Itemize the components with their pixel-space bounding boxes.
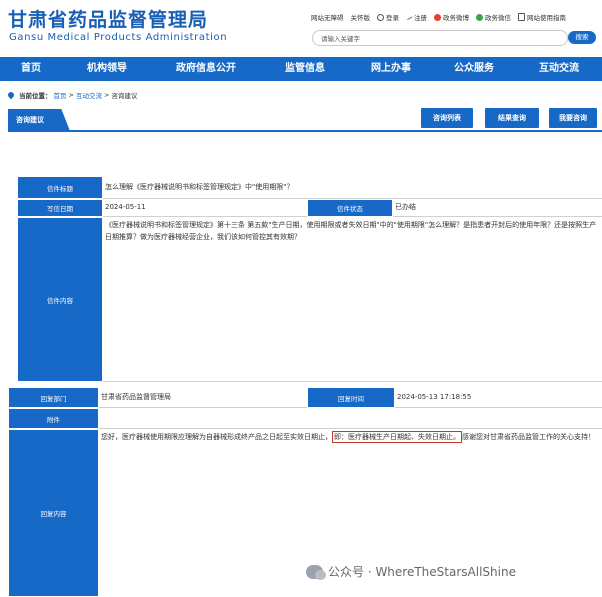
wechat-watermark: 公众号 · WhereTheStarsAllShine <box>306 563 516 580</box>
wechat-icon <box>306 564 326 580</box>
care-mode-link[interactable]: 关怀版 <box>351 12 371 22</box>
breadcrumb-section[interactable]: 互动交流 <box>76 90 102 100</box>
main-nav: 首页 机构领导 政府信息公开 监管信息 网上办事 公众服务 互动交流 <box>0 57 602 81</box>
location-pin-icon <box>6 90 16 100</box>
user-icon <box>377 13 384 21</box>
login-link[interactable]: 登录 <box>377 12 399 22</box>
site-logo-subtitle: Gansu Medical Products Administration <box>9 32 228 43</box>
result-query-button[interactable]: 结果查询 <box>485 108 539 128</box>
nav-public-service[interactable]: 公众服务 <box>432 57 516 81</box>
document-icon <box>518 13 525 21</box>
reply-content-label: 回复内容 <box>8 429 99 597</box>
letter-title: 怎么理解《医疗器械说明书和标签管理规定》中"使用期限"？ <box>103 176 602 199</box>
wechat-link[interactable]: 政务微信 <box>476 12 511 22</box>
reply-dept-label: 回复部门 <box>8 387 99 408</box>
register-link[interactable]: 注册 <box>405 12 427 22</box>
accessibility-link[interactable]: 网站无障碍 <box>311 12 344 22</box>
letter-content-label: 信件内容 <box>17 217 103 382</box>
tab-underline <box>8 130 602 132</box>
submit-consult-button[interactable]: 我要咨询 <box>549 108 597 128</box>
breadcrumb-home[interactable]: 首页 <box>54 90 67 100</box>
nav-gov-info[interactable]: 政府信息公开 <box>152 57 260 81</box>
letter-date: 2024-05-11 <box>103 199 307 217</box>
reply-time: 2024-05-13 17:18:55 <box>395 387 602 408</box>
nav-online-service[interactable]: 网上办事 <box>350 57 432 81</box>
tab-consult-advice[interactable]: 咨询建议 <box>8 109 70 131</box>
letter-title-label: 信件标题 <box>17 176 103 199</box>
nav-home[interactable]: 首页 <box>0 57 62 81</box>
attachment-label: 附件 <box>8 408 99 429</box>
nav-supervision[interactable]: 监管信息 <box>260 57 350 81</box>
search-button[interactable]: 搜索 <box>568 31 596 44</box>
search-input[interactable]: 请输入关键字 <box>312 30 568 46</box>
edit-icon <box>405 13 413 21</box>
weibo-link[interactable]: 政务微博 <box>434 12 469 22</box>
attachment-value <box>99 408 602 429</box>
letter-date-label: 写信日期 <box>17 199 103 217</box>
reply-time-label: 回复时间 <box>307 387 395 408</box>
reply-dept: 甘肃省药品监督管理局 <box>99 387 307 408</box>
site-logo-title[interactable]: 甘肃省药品监督管理局 <box>8 5 208 32</box>
breadcrumb-current: 咨询建议 <box>111 92 138 100</box>
highlighted-reply-text: 即：医疗器械生产日期起、失效日期止。 <box>332 431 462 443</box>
nav-interaction[interactable]: 互动交流 <box>516 57 602 81</box>
top-links: 网站无障碍 关怀版 登录 注册 政务微博 政务微信 网站使用指南 <box>311 12 566 22</box>
nav-leaders[interactable]: 机构领导 <box>62 57 152 81</box>
wechat-icon <box>476 13 483 21</box>
letter-content: 《医疗器械说明书和标签管理规定》第十三条 第五款"生产日期，使用期限或者失效日期… <box>103 217 602 382</box>
consult-list-button[interactable]: 咨询列表 <box>421 108 473 128</box>
letter-status: 已办结 <box>393 199 602 217</box>
letter-status-label: 信件状态 <box>307 199 393 217</box>
breadcrumb: 当前位置： 首页 > 互动交流 > 咨询建议 <box>6 90 138 100</box>
guide-link[interactable]: 网站使用指南 <box>518 12 566 22</box>
search-placeholder: 请输入关键字 <box>321 35 360 43</box>
weibo-icon <box>434 13 441 21</box>
